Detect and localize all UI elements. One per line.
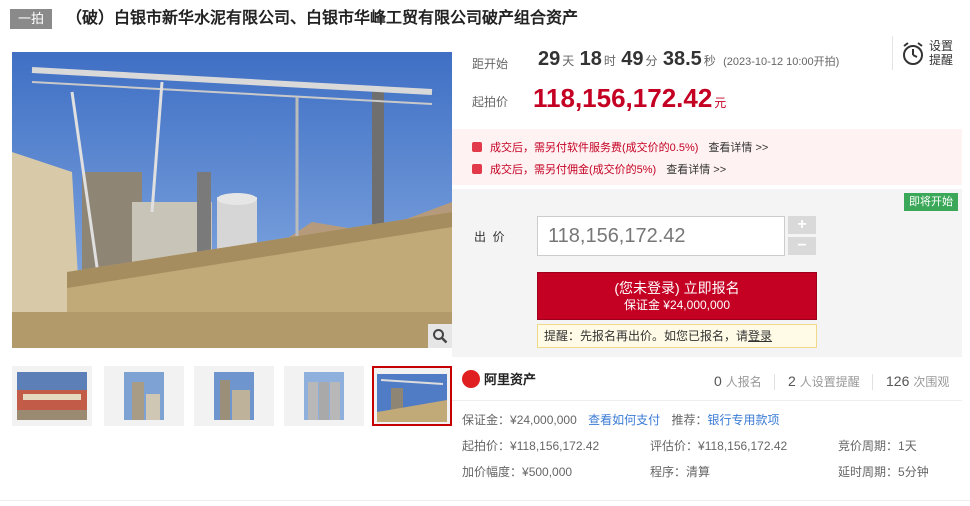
cycle-value: 1天 [898, 439, 917, 453]
divider [774, 374, 775, 390]
fee-line-commission: 成交后，需另付佣金(成交价的5%) 查看详情 >> [472, 163, 726, 177]
procedure-value: 清算 [686, 465, 711, 479]
starting-price-value: 118,156,172.42 [533, 83, 713, 113]
appraisal-info: 评估价：¥118,156,172.42 [650, 438, 787, 454]
deposit-label: 保证金： [462, 413, 511, 427]
countdown-seconds: 38.5 [662, 48, 702, 70]
divider [872, 374, 873, 390]
start-time-note: (2023-10-12 10:00开拍) [723, 56, 840, 68]
countdown-label: 距开始 [472, 57, 509, 71]
hint-text: 提醒：先报名再出价。如您已报名，请 [544, 329, 749, 343]
increment-value: ¥500,000 [522, 465, 573, 479]
fee-text: 成交后，需另付软件服务费(成交价的0.5%) [490, 142, 699, 154]
countdown-hours: 18 [579, 48, 602, 70]
divider [0, 500, 970, 501]
main-photo[interactable] [12, 52, 452, 348]
reminder-line2: 提醒 [929, 53, 954, 67]
starting-price-label: 起拍价 [472, 95, 509, 109]
countdown: 29 天 18 时 49 分 38.5 秒 (2023-10-12 10:00开拍) [536, 46, 839, 75]
cycle-info: 竞价周期：1天 [838, 438, 917, 454]
factory-photo [12, 52, 452, 348]
thumbnail-strip [12, 366, 454, 430]
alibaba-logo-icon [462, 370, 480, 388]
increment-label: 加价幅度： [462, 465, 523, 479]
countdown-minutes: 49 [621, 48, 644, 70]
bid-label: 出 价 [474, 230, 505, 244]
page-title: （破）白银市新华水泥有限公司、白银市华峰工贸有限公司破产组合资产 [66, 10, 579, 27]
fee-icon [472, 164, 482, 174]
delay-info: 延时周期：5分钟 [838, 464, 929, 480]
fee-icon [472, 142, 482, 152]
start-price-info: 起拍价：¥118,156,172.42 [462, 438, 599, 454]
fee-text: 成交后，需另付佣金(成交价的5%) [490, 164, 657, 176]
login-link[interactable]: 登录 [748, 329, 772, 343]
zoom-button[interactable] [428, 324, 452, 348]
appraisal-label: 评估价： [650, 439, 699, 453]
appraisal-value: ¥118,156,172.42 [698, 439, 788, 453]
seconds-unit: 秒 [703, 54, 716, 68]
divider [452, 400, 962, 401]
price-unit: 元 [714, 96, 727, 110]
platform-name: 阿里资产 [484, 372, 537, 387]
minutes-unit: 分 [645, 54, 658, 68]
delay-label: 延时周期： [838, 465, 899, 479]
deposit-info: 保证金：¥24,000,000 查看如何支付 推荐：银行专用款项 [462, 412, 779, 428]
delay-value: 5分钟 [898, 465, 929, 479]
view-count: 126 次围观 [886, 372, 949, 391]
bid-amount-input[interactable]: 118,156,172.42 [537, 216, 785, 256]
recommend-label: 推荐： [671, 413, 708, 427]
thumbnail-image [214, 372, 254, 420]
signup-deposit: 保证金 ¥24,000,000 [623, 298, 731, 312]
fee-notice: 成交后，需另付软件服务费(成交价的0.5%) 查看详情 >> 成交后，需另付佣金(… [452, 129, 962, 185]
reminder-count: 2 人设置提醒 [788, 372, 860, 391]
reminder-line1: 设置 [929, 39, 954, 53]
increase-bid-button[interactable]: + [788, 216, 816, 234]
status-badge: 即将开始 [904, 193, 958, 211]
start-label: 起拍价： [462, 439, 511, 453]
view-count-value: 126 [886, 373, 910, 389]
thumbnail-4[interactable] [284, 366, 364, 426]
signup-button[interactable]: (您未登录) 立即报名 保证金 ¥24,000,000 [537, 272, 817, 320]
view-count-label: 次围观 [913, 375, 950, 389]
starting-price: 118,156,172.42 元 [533, 83, 726, 118]
procedure-label: 程序： [650, 465, 687, 479]
fee-detail-link[interactable]: 查看详情 >> [708, 142, 768, 154]
procedure-info: 程序：清算 [650, 464, 710, 480]
platform-logo[interactable]: 阿里资产 [462, 370, 536, 390]
signup-count: 0 人报名 [714, 372, 762, 391]
cycle-label: 竞价周期： [838, 439, 899, 453]
start-value: ¥118,156,172.42 [510, 439, 600, 453]
increment-info: 加价幅度：¥500,000 [462, 464, 572, 480]
deposit-value: ¥24,000,000 [510, 413, 577, 427]
set-reminder-button[interactable]: 设置 提醒 [892, 36, 960, 70]
thumbnail-image [304, 372, 344, 420]
login-hint: 提醒：先报名再出价。如您已报名，请登录 [537, 324, 817, 348]
thumbnail-image [17, 372, 87, 420]
alarm-clock-icon [903, 42, 923, 65]
thumbnail-image [377, 374, 447, 422]
how-to-pay-link[interactable]: 查看如何支付 [588, 413, 660, 427]
thumbnail-3[interactable] [194, 366, 274, 426]
thumbnail-2[interactable] [104, 366, 184, 426]
fee-line-service: 成交后，需另付软件服务费(成交价的0.5%) 查看详情 >> [472, 141, 768, 155]
reminder-count-label: 人设置提醒 [799, 375, 860, 389]
reminder-count-value: 2 [788, 373, 796, 389]
countdown-days: 29 [538, 48, 561, 70]
hours-unit: 时 [603, 54, 616, 68]
thumbnail-image [124, 372, 164, 420]
signup-label: (您未登录) 立即报名 [614, 280, 740, 296]
thumbnail-1[interactable] [12, 366, 92, 426]
signup-count-label: 人报名 [725, 375, 762, 389]
bank-payment-link[interactable]: 银行专用款项 [707, 413, 779, 427]
thumbnail-5-selected[interactable] [372, 366, 452, 426]
decrease-bid-button[interactable]: − [788, 237, 816, 255]
signup-count-value: 0 [714, 373, 722, 389]
set-reminder-label: 设置 提醒 [929, 39, 953, 67]
round-tag: 一拍 [10, 9, 52, 29]
fee-detail-link[interactable]: 查看详情 >> [666, 164, 726, 176]
days-unit: 天 [562, 54, 575, 68]
zoom-icon [433, 329, 448, 344]
